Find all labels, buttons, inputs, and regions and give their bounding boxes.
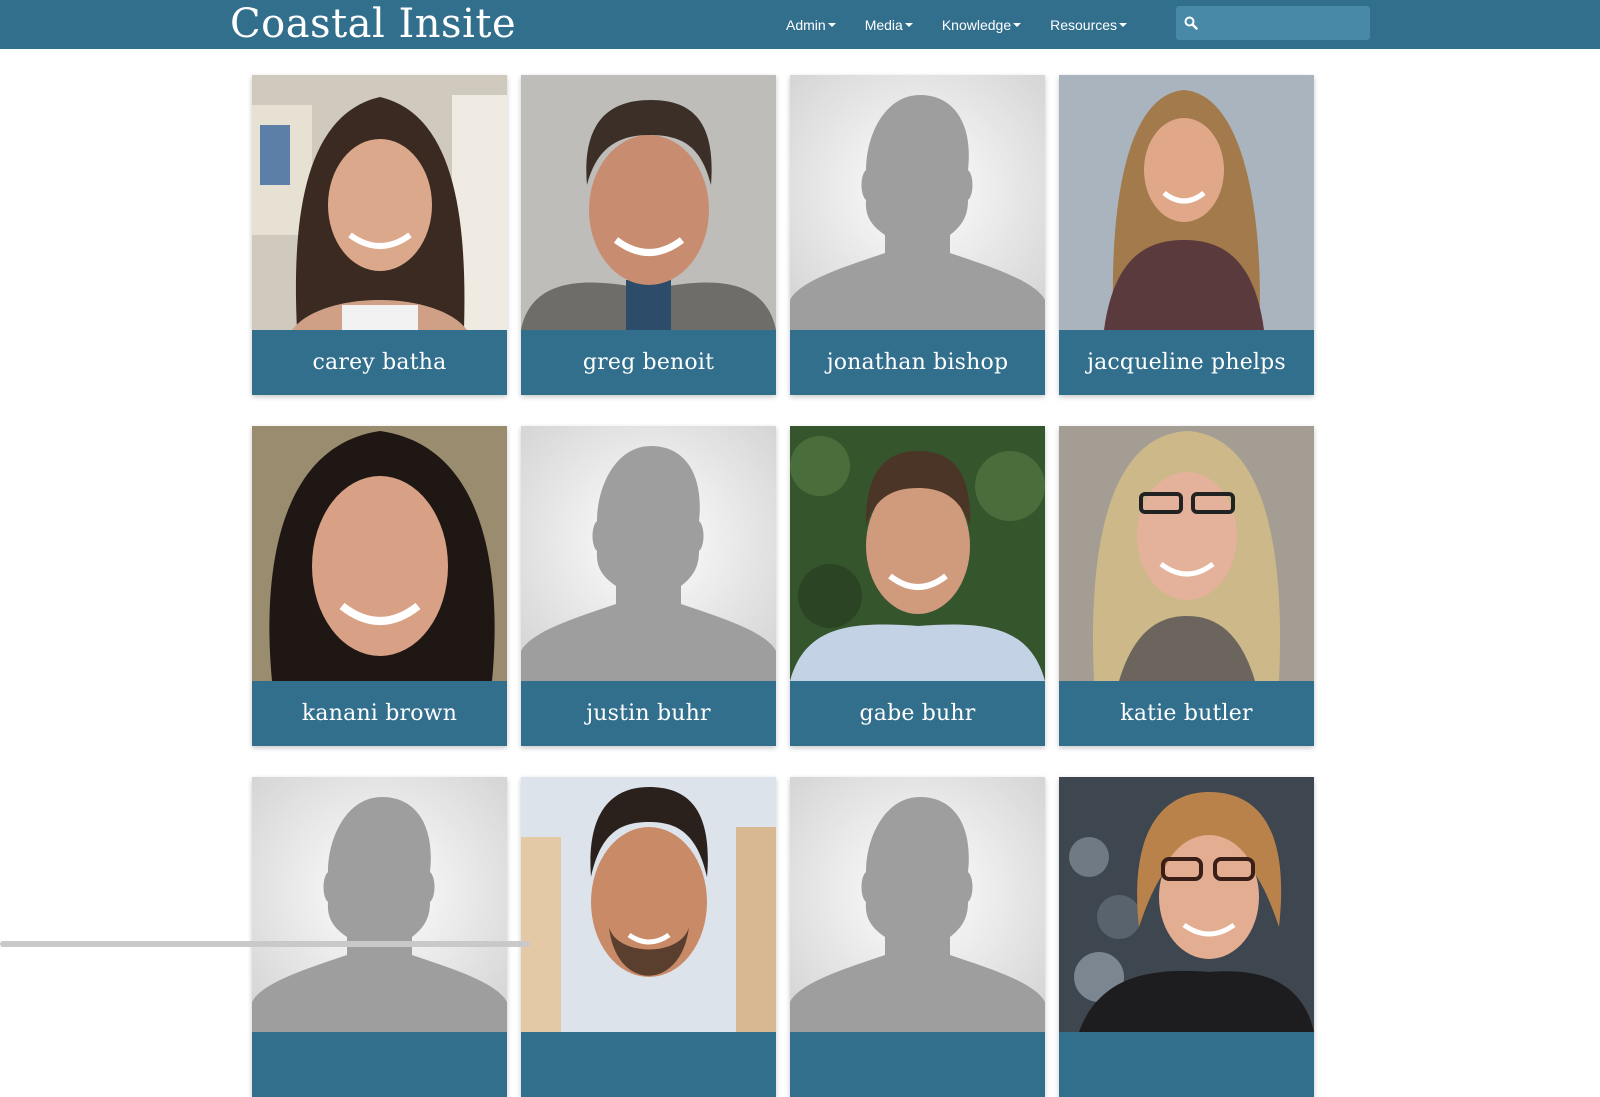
placeholder-avatar-icon (790, 75, 1045, 330)
person-card[interactable] (1059, 777, 1314, 1097)
person-photo (252, 426, 507, 681)
placeholder-avatar-icon (252, 777, 507, 1032)
person-card[interactable]: katie butler (1059, 426, 1314, 746)
person-card[interactable]: carey batha (252, 75, 507, 395)
main-nav: Admin Media Knowledge Resources (786, 0, 1128, 49)
person-card[interactable]: gabe buhr (790, 426, 1045, 746)
nav-admin[interactable]: Admin (786, 17, 836, 33)
site-brand[interactable]: Coastal Insite (230, 0, 516, 49)
person-name (252, 1032, 507, 1097)
placeholder-avatar-icon (521, 426, 776, 681)
nav-admin-label: Admin (786, 16, 826, 33)
person-photo (252, 75, 507, 330)
person-photo (1059, 777, 1314, 1032)
person-name (521, 1032, 776, 1097)
nav-resources[interactable]: Resources (1050, 16, 1128, 33)
person-card[interactable] (790, 777, 1045, 1097)
nav-resources-label: Resources (1050, 16, 1118, 33)
person-photo (521, 777, 776, 1032)
person-name (790, 1032, 1045, 1097)
person-name: greg benoit (521, 330, 776, 395)
person-card[interactable]: greg benoit (521, 75, 776, 395)
person-photo (1059, 426, 1314, 681)
person-name: katie butler (1059, 681, 1314, 746)
chevron-down-icon (904, 22, 913, 27)
person-photo (790, 426, 1045, 681)
search-icon[interactable] (1176, 6, 1206, 40)
chevron-down-icon (827, 22, 836, 27)
nav-knowledge-label: Knowledge (941, 16, 1012, 33)
chevron-down-icon (1119, 22, 1128, 27)
nav-media-label: Media (864, 16, 903, 33)
person-card[interactable] (252, 777, 507, 1097)
nav-knowledge[interactable]: Knowledge (941, 16, 1022, 33)
person-card[interactable]: kanani brown (252, 426, 507, 746)
person-name: kanani brown (252, 681, 507, 746)
person-card[interactable]: justin buhr (521, 426, 776, 746)
horizontal-scrollbar[interactable] (0, 941, 530, 947)
search-input[interactable] (1206, 14, 1360, 32)
top-navbar: Coastal Insite Admin Media Knowledge Res… (0, 0, 1600, 49)
person-card[interactable] (521, 777, 776, 1097)
person-photo (521, 75, 776, 330)
person-card[interactable]: jacqueline phelps (1059, 75, 1314, 395)
placeholder-avatar-icon (790, 777, 1045, 1032)
person-name (1059, 1032, 1314, 1097)
person-photo (1059, 75, 1314, 330)
nav-media[interactable]: Media (865, 17, 913, 33)
person-name: gabe buhr (790, 681, 1045, 746)
person-card[interactable]: jonathan bishop (790, 75, 1045, 395)
person-name: jonathan bishop (790, 330, 1045, 395)
person-name: justin buhr (521, 681, 776, 746)
chevron-down-icon (1013, 22, 1022, 27)
person-name: jacqueline phelps (1059, 330, 1314, 395)
search-box (1176, 6, 1370, 40)
person-name: carey batha (252, 330, 507, 395)
